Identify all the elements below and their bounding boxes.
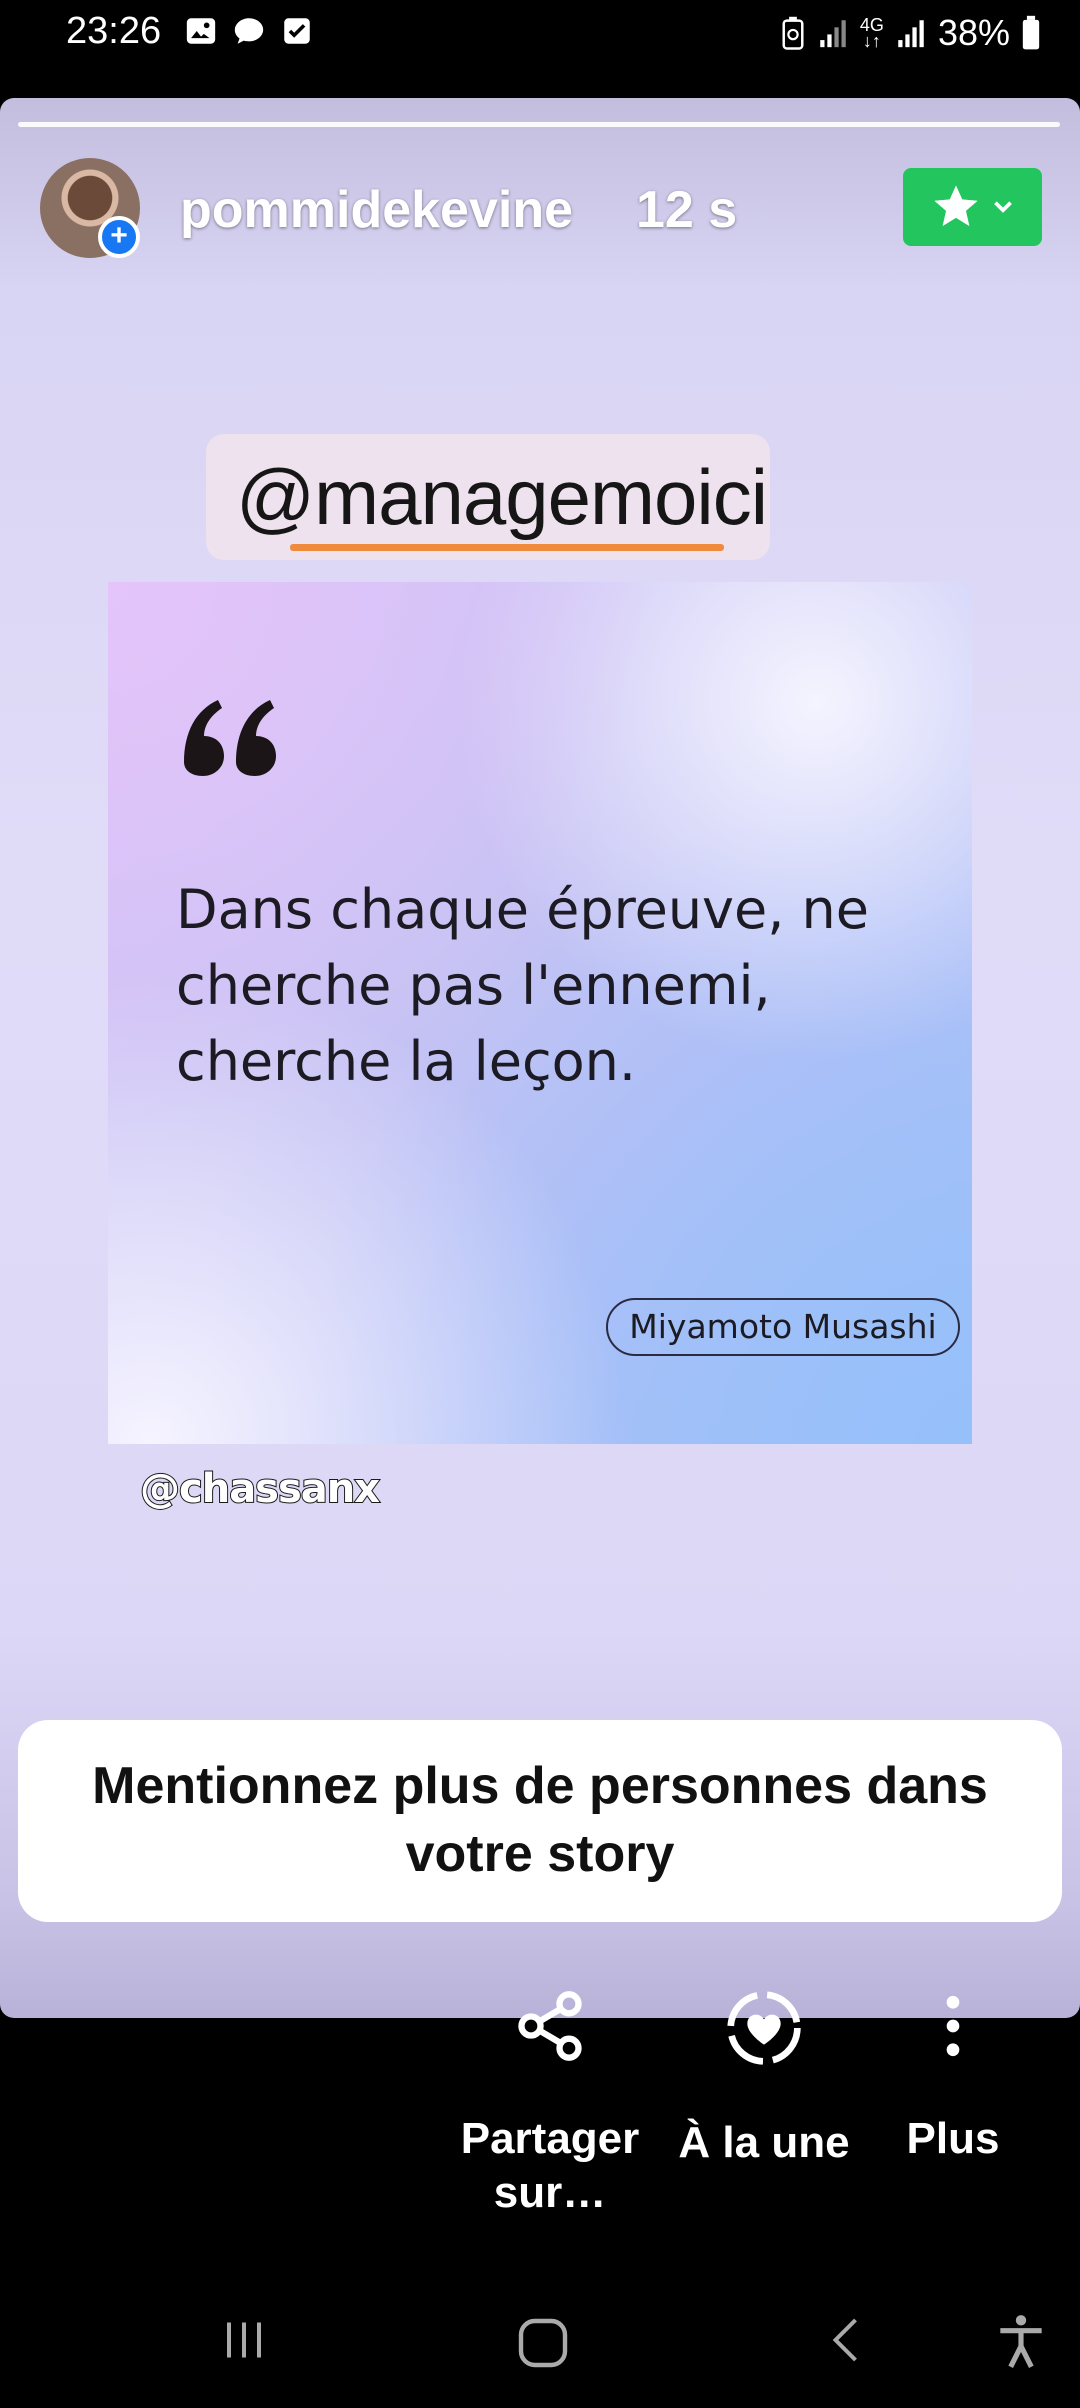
close-friends-button[interactable] bbox=[903, 168, 1042, 246]
notification-icons bbox=[184, 14, 314, 48]
battery-saver-icon bbox=[782, 16, 804, 50]
add-story-plus-icon[interactable]: + bbox=[98, 216, 140, 258]
tooltip-arrow bbox=[942, 1818, 990, 1844]
system-nav-bar bbox=[0, 2270, 1080, 2408]
quote-text: Dans chaque épreuve, ne cherche pas l'en… bbox=[176, 878, 870, 1093]
chat-bubble-icon bbox=[234, 18, 264, 44]
battery-icon bbox=[1022, 15, 1040, 50]
mention-tip-tooltip[interactable]: Mentionnez plus de personnes dans votre … bbox=[18, 1720, 1062, 1922]
share-button[interactable]: Partager sur… bbox=[440, 1988, 660, 2220]
share-icon bbox=[518, 1991, 582, 2061]
signal-icon-2 bbox=[898, 20, 924, 48]
network-type: 4G ↓↑ bbox=[859, 15, 884, 51]
story-time-ago: 12 s bbox=[636, 181, 738, 239]
highlight-heart-icon bbox=[727, 1991, 801, 2065]
highlight-button[interactable]: À la une bbox=[664, 1988, 864, 2170]
recents-icon[interactable] bbox=[214, 2310, 274, 2370]
tooltip-text: Mentionnez plus de personnes dans votre … bbox=[92, 1757, 988, 1883]
quote-card: Dans chaque épreuve, ne cherche pas l'en… bbox=[108, 582, 972, 1444]
mention-sticker[interactable]: @managemoici bbox=[206, 434, 770, 560]
quote-mark-icon bbox=[184, 700, 276, 776]
battery-percent: 38% bbox=[937, 12, 1010, 53]
back-icon[interactable] bbox=[818, 2310, 878, 2370]
mention-underline bbox=[290, 544, 724, 551]
mention-sticker-text: @managemoici bbox=[236, 453, 768, 541]
more-button[interactable]: Plus bbox=[878, 1988, 1028, 2166]
status-bar: 23:26 4G ↓↑ 38% bbox=[0, 0, 1080, 90]
more-label: Plus bbox=[906, 2114, 1000, 2163]
status-right: 4G ↓↑ 38% bbox=[780, 12, 1042, 54]
more-vertical-icon bbox=[946, 1995, 960, 2057]
status-time: 23:26 bbox=[66, 10, 162, 52]
highlight-label: À la une bbox=[678, 2118, 850, 2167]
share-label: Partager sur… bbox=[460, 2114, 640, 2217]
story-username[interactable]: pommidekevine bbox=[180, 180, 573, 240]
chevron-down-icon bbox=[993, 201, 1012, 213]
gallery-icon bbox=[186, 18, 216, 44]
story-view[interactable]: + pommidekevine 12 s @managemoici Dans c… bbox=[0, 98, 1080, 2018]
quote-author: Miyamoto Musashi bbox=[606, 1298, 960, 1356]
story-progress-bar bbox=[18, 122, 1060, 127]
mention-text[interactable]: @chassanx bbox=[139, 1465, 381, 1513]
signal-icon bbox=[820, 20, 846, 48]
checkbox-icon bbox=[284, 18, 310, 44]
star-icon bbox=[933, 185, 978, 227]
home-icon[interactable] bbox=[510, 2310, 576, 2376]
accessibility-icon[interactable] bbox=[990, 2310, 1052, 2372]
